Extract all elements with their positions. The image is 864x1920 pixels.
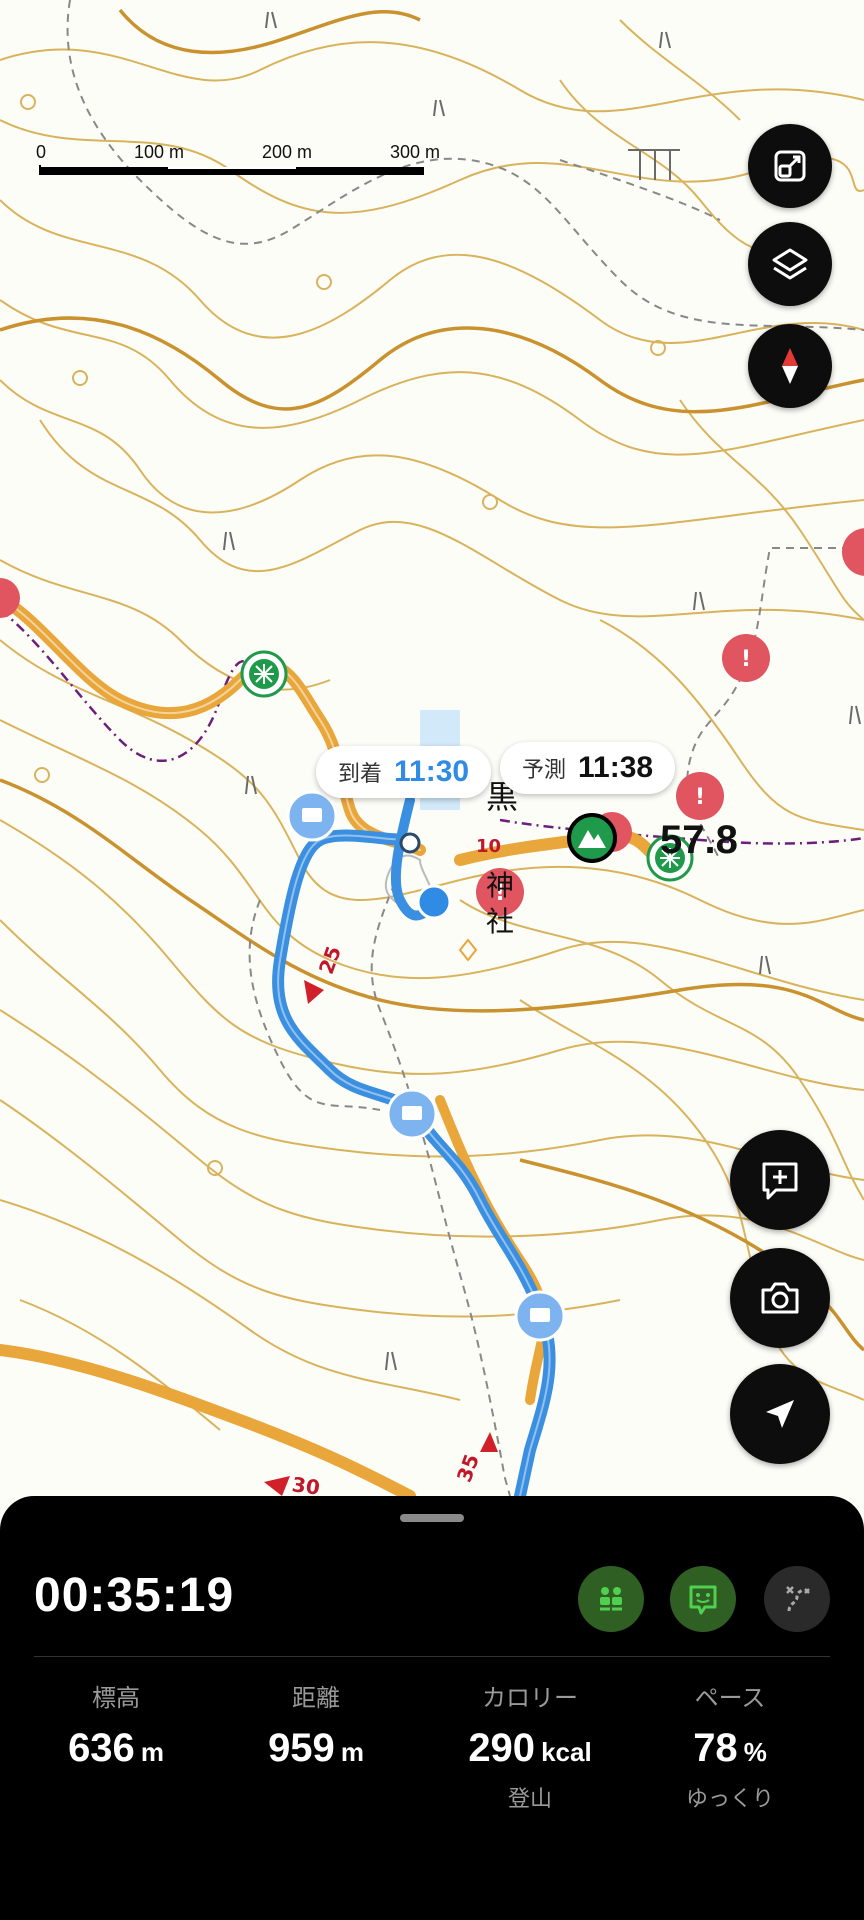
stat-sub: ゆっくり <box>685 1787 774 1812</box>
camera-icon <box>761 1282 799 1314</box>
stat-elevation: 標高 636 m <box>16 1678 216 1781</box>
layers-icon <box>772 248 808 280</box>
forecast-label: 予測 <box>522 758 567 783</box>
scale-label-200: 200 m <box>262 142 313 162</box>
svg-text:!: ! <box>695 785 705 810</box>
route-off-icon <box>786 1586 810 1612</box>
stat-value: 959 <box>268 1726 335 1770</box>
forecast-bubble[interactable]: 予測 11:38 <box>500 742 676 794</box>
stat-title: カロリー <box>482 1684 578 1712</box>
stat-value: 290 <box>468 1726 536 1770</box>
stat-unit: % <box>743 1737 767 1767</box>
group-icon <box>600 1587 622 1611</box>
stat-value: 78 <box>693 1726 738 1770</box>
layers-button[interactable] <box>748 222 832 306</box>
add-note-button[interactable] <box>730 1130 830 1230</box>
elapsed-time: 00:35:19 <box>34 1569 235 1622</box>
svg-text:!: ! <box>741 647 751 672</box>
stat-pace: ペース 78% ゆっくり <box>630 1678 830 1813</box>
camera-button[interactable] <box>730 1248 830 1348</box>
danger-marker: ! <box>676 772 724 820</box>
navigation-icon <box>766 1400 794 1428</box>
scale-label-100: 100 m <box>134 142 185 162</box>
fullscreen-button[interactable] <box>748 124 832 208</box>
group-button[interactable] <box>578 1566 644 1632</box>
mountain-pin <box>567 813 617 863</box>
compass-icon <box>782 348 798 384</box>
stat-distance: 距離 959 m <box>216 1678 416 1781</box>
scale-label-300: 300 m <box>390 142 441 162</box>
stat-sub: 登山 <box>507 1787 552 1812</box>
arrival-bubble[interactable]: 到着 11:30 <box>316 746 492 798</box>
danger-marker: ! <box>722 634 770 682</box>
panel-divider <box>34 1656 830 1657</box>
stat-title: 標高 <box>92 1684 140 1712</box>
stat-title: ペース <box>694 1684 766 1712</box>
place-char-2: 神 <box>486 869 515 902</box>
stat-title: 距離 <box>292 1684 340 1712</box>
compass-button[interactable] <box>748 324 832 408</box>
chat-face-icon <box>689 1585 717 1615</box>
arrival-time: 11:30 <box>394 755 470 788</box>
fullscreen-icon <box>774 150 806 182</box>
scale-label-0: 0 <box>36 142 47 162</box>
stat-unit: kcal <box>541 1737 592 1767</box>
stat-calories: カロリー 290 kcal 登山 <box>430 1678 630 1813</box>
elevation-label: 57.8 <box>660 818 738 862</box>
drag-handle[interactable] <box>400 1514 464 1522</box>
route-off-button[interactable] <box>764 1566 830 1632</box>
arrival-label: 到着 <box>338 762 383 787</box>
activity-panel: 00:35:19 標高 636 m 距離 959 m カロリー 290 kcal… <box>0 1496 864 1920</box>
course-marker-10: 10 <box>476 836 502 857</box>
stat-value: 636 <box>68 1726 135 1770</box>
add-note-icon <box>762 1162 798 1200</box>
companion-button[interactable] <box>670 1566 736 1632</box>
stat-unit: m <box>140 1737 164 1767</box>
navigation-button[interactable] <box>730 1364 830 1464</box>
stat-unit: m <box>340 1737 364 1767</box>
place-char-3: 社 <box>486 905 515 938</box>
forecast-time: 11:38 <box>578 751 654 784</box>
